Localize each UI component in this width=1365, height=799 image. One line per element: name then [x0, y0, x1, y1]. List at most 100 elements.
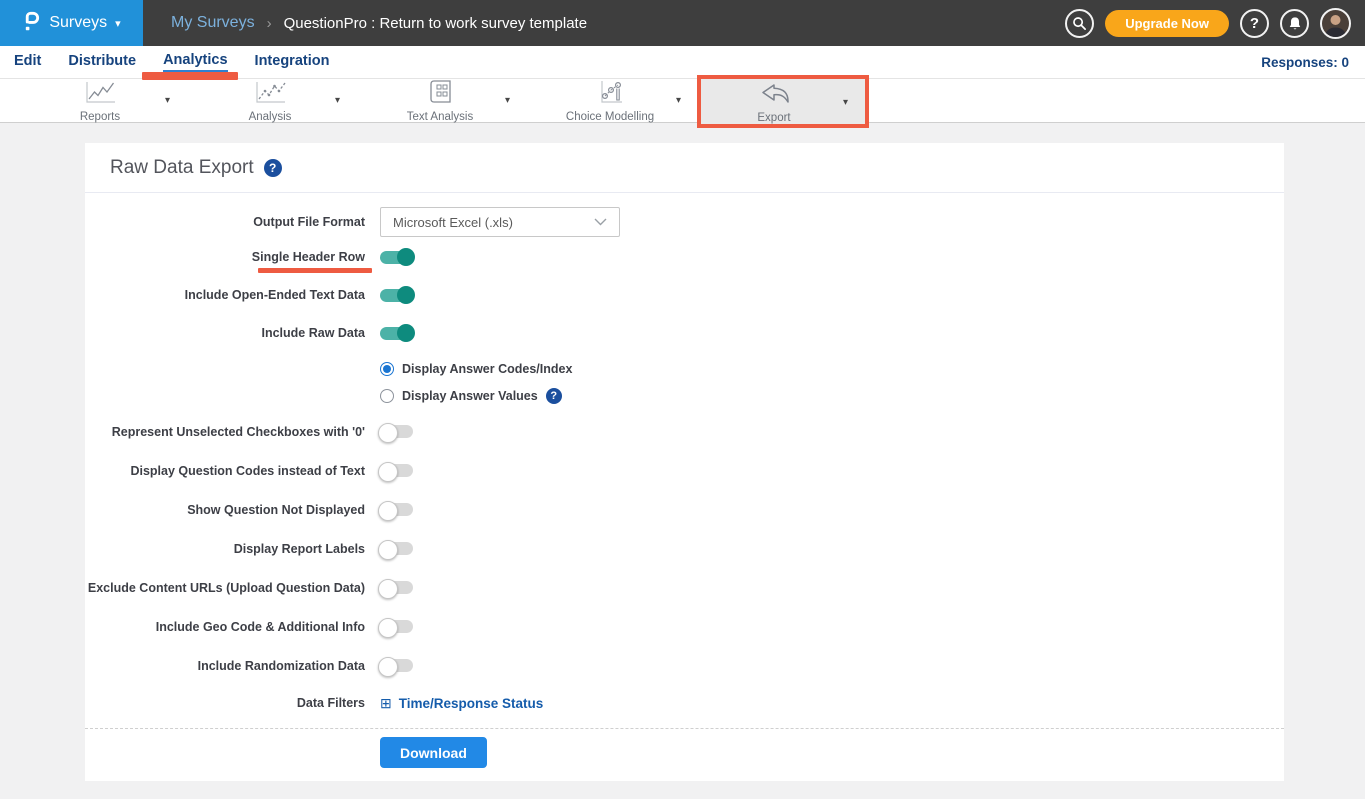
- search-icon: [1072, 16, 1087, 31]
- toolbar-item-analysis[interactable]: Analysis: [200, 79, 340, 123]
- exclude-content-urls-row: Exclude Content URLs (Upload Question Da…: [85, 568, 1284, 607]
- toolbar-item-label: Reports: [80, 111, 120, 123]
- top-header: Surveys ▾ My Surveys › QuestionPro : Ret…: [0, 0, 1365, 46]
- geo-code-toggle[interactable]: [380, 620, 413, 633]
- breadcrumb-my-surveys[interactable]: My Surveys: [171, 14, 255, 32]
- geo-code-row: Include Geo Code & Additional Info: [85, 607, 1284, 646]
- toolbar-item-text-analysis[interactable]: Text Analysis: [370, 79, 510, 123]
- display-answer-codes-radio[interactable]: [380, 362, 394, 376]
- output-file-format-label: Output File Format: [85, 215, 365, 229]
- breadcrumb: My Surveys › QuestionPro : Return to wor…: [171, 14, 587, 32]
- include-raw-data-toggle[interactable]: [380, 327, 413, 340]
- toolbar-item-export[interactable]: Export: [709, 81, 839, 125]
- caret-down-icon: ▾: [115, 17, 121, 30]
- display-answer-values-label: Display Answer Values: [402, 389, 538, 403]
- question-not-displayed-label: Show Question Not Displayed: [85, 503, 365, 517]
- question-not-displayed-row: Show Question Not Displayed: [85, 490, 1284, 529]
- notifications-button[interactable]: [1280, 9, 1309, 38]
- raw-data-export-panel: Raw Data Export ? Output File Format Mic…: [85, 143, 1284, 781]
- data-filters-row: Data Filters ⊞ Time/Response Status: [85, 685, 1284, 721]
- red-annotation-bar-analytics: [142, 72, 238, 80]
- single-header-row-label: Single Header Row: [85, 250, 365, 264]
- single-header-row-row: Single Header Row: [85, 238, 1284, 276]
- display-answer-values-radio[interactable]: [380, 389, 394, 403]
- text-analysis-caret-down-icon[interactable]: ▾: [505, 95, 510, 106]
- exclude-content-urls-toggle[interactable]: [380, 581, 413, 594]
- display-answer-codes-row: Display Answer Codes/Index: [380, 355, 1284, 382]
- analysis-caret-down-icon[interactable]: ▾: [335, 95, 340, 106]
- user-avatar[interactable]: [1320, 8, 1351, 39]
- question-codes-label: Display Question Codes instead of Text: [85, 464, 365, 478]
- chevron-down-icon: [594, 213, 607, 231]
- reports-caret-down-icon[interactable]: ▾: [165, 95, 170, 106]
- survey-nav-tabs: Edit Distribute Analytics Integration Re…: [0, 46, 1365, 79]
- bell-icon: [1288, 16, 1302, 31]
- report-labels-toggle[interactable]: [380, 542, 413, 555]
- responses-count: Responses: 0: [1261, 55, 1349, 70]
- include-raw-data-row: Include Raw Data: [85, 314, 1284, 352]
- analytics-toolbar: Reports ▾ Analysis ▾ Text Analysis ▾ Cho…: [0, 79, 1365, 123]
- question-codes-toggle[interactable]: [380, 464, 413, 477]
- unselected-checkboxes-row: Represent Unselected Checkboxes with '0': [85, 412, 1284, 451]
- answer-values-help-icon[interactable]: ?: [546, 388, 562, 404]
- unselected-checkboxes-toggle[interactable]: [380, 425, 413, 438]
- export-caret-down-icon[interactable]: ▾: [843, 97, 848, 108]
- display-answer-values-row: Display Answer Values ?: [380, 382, 1284, 409]
- download-button[interactable]: Download: [380, 737, 487, 768]
- toolbar-item-reports[interactable]: Reports: [30, 79, 170, 123]
- questionpro-logo-icon: [22, 9, 41, 38]
- red-annotation-box-export: Export ▾: [697, 75, 869, 128]
- toolbar-item-label: Analysis: [249, 111, 292, 123]
- export-options-form: Output File Format Microsoft Excel (.xls…: [85, 193, 1284, 768]
- randomization-data-toggle[interactable]: [380, 659, 413, 672]
- single-header-row-toggle[interactable]: [380, 251, 413, 264]
- trend-chart-icon: [252, 80, 288, 110]
- panel-header: Raw Data Export ?: [85, 143, 1284, 193]
- include-open-ended-label: Include Open-Ended Text Data: [85, 288, 365, 302]
- randomization-data-label: Include Randomization Data: [85, 659, 365, 673]
- help-button[interactable]: ?: [1240, 9, 1269, 38]
- time-response-status-link[interactable]: ⊞ Time/Response Status: [380, 695, 543, 712]
- dashed-divider: [85, 728, 1284, 729]
- tab-analytics[interactable]: Analytics: [163, 52, 227, 72]
- export-arrow-icon: [757, 82, 791, 111]
- search-button[interactable]: [1065, 9, 1094, 38]
- text-document-icon: [427, 79, 453, 110]
- survey-title: QuestionPro : Return to work survey temp…: [284, 15, 587, 32]
- geo-code-label: Include Geo Code & Additional Info: [85, 620, 365, 634]
- include-open-ended-toggle[interactable]: [380, 289, 413, 302]
- red-annotation-underline: [258, 268, 372, 273]
- include-open-ended-row: Include Open-Ended Text Data: [85, 276, 1284, 314]
- raw-data-export-help-icon[interactable]: ?: [264, 159, 282, 177]
- output-file-format-row: Output File Format Microsoft Excel (.xls…: [85, 206, 1284, 238]
- randomization-data-row: Include Randomization Data: [85, 646, 1284, 685]
- upgrade-now-button[interactable]: Upgrade Now: [1105, 10, 1229, 37]
- surveys-menu[interactable]: Surveys ▾: [0, 0, 143, 46]
- tab-integration[interactable]: Integration: [255, 53, 330, 71]
- report-labels-label: Display Report Labels: [85, 542, 365, 556]
- output-file-format-value: Microsoft Excel (.xls): [393, 215, 594, 230]
- exclude-content-urls-label: Exclude Content URLs (Upload Question Da…: [85, 581, 365, 595]
- choice-modelling-caret-down-icon[interactable]: ▾: [676, 95, 681, 106]
- page-title: Raw Data Export: [110, 157, 254, 179]
- toolbar-item-label: Choice Modelling: [566, 111, 654, 123]
- brand-label: Surveys: [49, 14, 107, 32]
- breadcrumb-separator-icon: ›: [267, 15, 272, 32]
- tab-edit[interactable]: Edit: [14, 53, 41, 71]
- report-labels-row: Display Report Labels: [85, 529, 1284, 568]
- time-response-status-label: Time/Response Status: [399, 696, 544, 711]
- question-mark-icon: ?: [1250, 15, 1259, 32]
- question-not-displayed-toggle[interactable]: [380, 503, 413, 516]
- expand-plus-icon: ⊞: [380, 695, 392, 712]
- tab-distribute[interactable]: Distribute: [68, 53, 136, 71]
- toolbar-item-choice-modelling[interactable]: Choice Modelling: [540, 79, 680, 123]
- toolbar-item-label: Text Analysis: [407, 111, 473, 123]
- include-raw-data-label: Include Raw Data: [85, 326, 365, 340]
- header-actions: Upgrade Now ?: [1065, 8, 1365, 39]
- output-file-format-select[interactable]: Microsoft Excel (.xls): [380, 207, 620, 237]
- scatter-chart-icon: [594, 79, 626, 110]
- data-filters-label: Data Filters: [85, 696, 365, 710]
- line-chart-icon: [82, 80, 118, 110]
- toolbar-item-label: Export: [757, 112, 790, 124]
- unselected-checkboxes-label: Represent Unselected Checkboxes with '0': [85, 425, 365, 439]
